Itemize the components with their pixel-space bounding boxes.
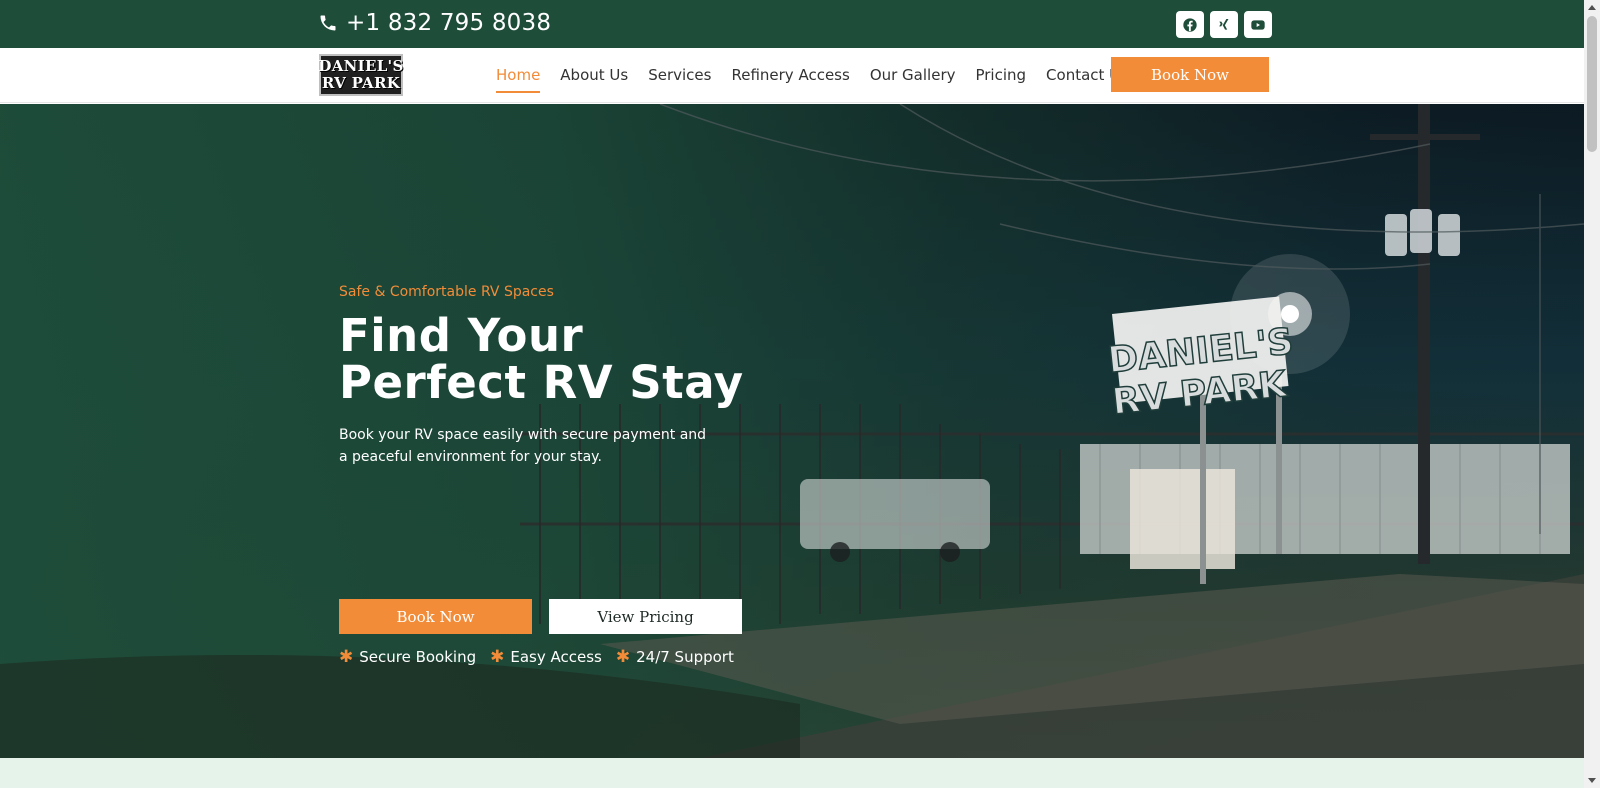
scroll-up-arrow-icon[interactable] bbox=[1588, 5, 1596, 10]
hero-headline: Find Your Perfect RV Stay bbox=[339, 309, 744, 409]
scroll-down-arrow-icon[interactable] bbox=[1588, 778, 1596, 783]
nav-item-pricing[interactable]: Pricing bbox=[975, 48, 1026, 103]
hero-tagline: Safe & Comfortable RV Spaces bbox=[339, 284, 554, 300]
site-logo[interactable]: DANIEL'S RV PARK bbox=[318, 54, 404, 96]
phone-icon bbox=[320, 15, 336, 31]
nav-item-about-us[interactable]: About Us bbox=[560, 48, 628, 103]
feature-easy-access: ✱ Easy Access bbox=[490, 647, 602, 667]
page-scrollbar[interactable] bbox=[1584, 0, 1600, 788]
feature-label: Easy Access bbox=[510, 648, 602, 666]
hero-book-now-button[interactable]: Book Now bbox=[339, 599, 532, 634]
hero-section: DANIEL'S RV PARK Safe & Comfortable RV S… bbox=[0, 104, 1584, 758]
asterisk-icon: ✱ bbox=[339, 647, 354, 667]
feature-support: ✱ 24/7 Support bbox=[616, 647, 734, 667]
youtube-icon bbox=[1251, 19, 1265, 30]
asterisk-icon: ✱ bbox=[615, 647, 631, 667]
nav-item-our-gallery[interactable]: Our Gallery bbox=[870, 48, 956, 103]
logo-line-2: RV PARK bbox=[321, 74, 401, 92]
youtube-link[interactable] bbox=[1244, 11, 1272, 38]
main-navbar: DANIEL'S RV PARK Home About Us Services … bbox=[0, 48, 1584, 103]
nav-item-services[interactable]: Services bbox=[648, 48, 711, 103]
hero-features: ✱ Secure Booking ✱ Easy Access ✱ 24/7 Su… bbox=[339, 647, 734, 667]
feature-label: 24/7 Support bbox=[636, 648, 734, 666]
nav-item-home[interactable]: Home bbox=[496, 48, 541, 103]
next-section-strip bbox=[0, 758, 1584, 788]
hero-view-pricing-button[interactable]: View Pricing bbox=[549, 599, 742, 634]
nav-book-now-button[interactable]: Book Now bbox=[1111, 57, 1269, 92]
hero-background-image: DANIEL'S RV PARK bbox=[0, 104, 1584, 758]
top-bar: +1 832 795 8038 bbox=[0, 0, 1584, 48]
phone-number: +1 832 795 8038 bbox=[346, 10, 552, 36]
nav-item-refinery-access[interactable]: Refinery Access bbox=[731, 48, 849, 103]
feature-secure-booking: ✱ Secure Booking bbox=[339, 647, 476, 667]
social-links bbox=[1176, 11, 1272, 38]
feature-label: Secure Booking bbox=[359, 648, 477, 666]
hero-subtext: Book your RV space easily with secure pa… bbox=[339, 427, 707, 465]
asterisk-icon: ✱ bbox=[490, 647, 505, 667]
hero-buttons: Book Now View Pricing bbox=[339, 599, 742, 634]
logo-line-1: DANIEL'S bbox=[318, 57, 404, 75]
scrollbar-thumb[interactable] bbox=[1587, 16, 1597, 152]
primary-nav: Home About Us Services Refinery Access O… bbox=[496, 48, 1128, 103]
facebook-icon bbox=[1183, 17, 1197, 32]
hero-content: Safe & Comfortable RV Spaces Find Your P… bbox=[339, 284, 759, 667]
xing-link[interactable] bbox=[1210, 11, 1238, 38]
facebook-link[interactable] bbox=[1176, 11, 1204, 38]
phone-contact[interactable]: +1 832 795 8038 bbox=[318, 10, 551, 36]
xing-icon bbox=[1219, 18, 1229, 30]
